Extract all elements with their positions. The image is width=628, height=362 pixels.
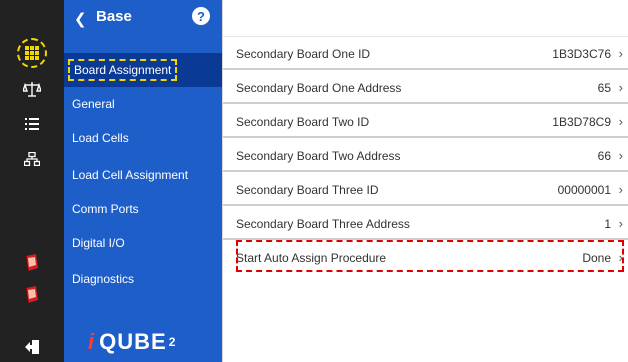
logo-superscript: 2 <box>168 335 177 349</box>
setting-value: 00000001 <box>557 183 611 197</box>
nav-item-comm-ports[interactable]: Comm Ports <box>64 192 222 226</box>
settings-panel: Secondary Board One ID 1B3D3C76 › Second… <box>222 0 628 362</box>
nav-title: Base <box>96 8 132 25</box>
nav-item-label: Load Cell Assignment <box>72 168 189 182</box>
nav-item-load-cell-assignment[interactable]: Load Cell Assignment <box>64 158 222 192</box>
book-red-icon[interactable] <box>16 282 48 308</box>
chevron-right-icon: › <box>618 80 623 95</box>
setting-value: 1B3D3C76 <box>552 47 611 61</box>
logout-icon[interactable] <box>16 334 48 360</box>
setting-value: 66 <box>597 149 611 163</box>
scale-icon[interactable] <box>16 76 48 102</box>
setting-label: Secondary Board One ID <box>236 47 371 61</box>
setting-label: Secondary Board Three Address <box>236 217 410 231</box>
nav-item-general[interactable]: General <box>64 87 222 121</box>
setting-label: Secondary Board Three ID <box>236 183 379 197</box>
icon-rail <box>0 0 64 362</box>
nav-item-label: Comm Ports <box>72 202 139 216</box>
nav-item-label: Board Assignment <box>68 59 178 81</box>
setting-label: Secondary Board One Address <box>236 81 402 95</box>
setting-row-board-one-id[interactable]: Secondary Board One ID 1B3D3C76 › <box>223 36 628 70</box>
chevron-right-icon: › <box>618 114 623 129</box>
setting-row-board-two-address[interactable]: Secondary Board Two Address 66 › <box>223 138 628 172</box>
chevron-right-icon: › <box>618 46 623 61</box>
chevron-right-icon: › <box>618 250 623 265</box>
list-icon[interactable] <box>16 111 48 137</box>
nav-item-label: Load Cells <box>72 131 129 145</box>
logo-i: i <box>88 329 96 354</box>
iqube-logo: i QUBE 2 <box>88 328 198 356</box>
setting-row-board-three-address[interactable]: Secondary Board Three Address 1 › <box>223 206 628 240</box>
back-chevron-icon[interactable]: ❮ <box>74 10 87 28</box>
nav-header: ❮ Base ? <box>64 0 222 36</box>
setting-value: Done <box>582 251 611 265</box>
setting-value: 1 <box>604 217 611 231</box>
chevron-right-icon: › <box>618 148 623 163</box>
network-icon[interactable] <box>16 146 48 172</box>
setting-row-auto-assign[interactable]: Start Auto Assign Procedure Done › <box>223 240 628 274</box>
chevron-right-icon: › <box>618 182 623 197</box>
help-icon[interactable]: ? <box>192 7 210 25</box>
setting-row-board-one-address[interactable]: Secondary Board One Address 65 › <box>223 70 628 104</box>
setting-label: Secondary Board Two Address <box>236 149 401 163</box>
logo-text: QUBE <box>99 329 167 354</box>
top-bar <box>223 0 628 37</box>
setting-value: 65 <box>597 81 611 95</box>
nav-item-load-cells[interactable]: Load Cells <box>64 121 222 155</box>
nav-item-label: Diagnostics <box>72 272 135 286</box>
setting-row-board-three-id[interactable]: Secondary Board Three ID 00000001 › <box>223 172 628 206</box>
setting-value: 1B3D78C9 <box>552 115 611 129</box>
nav-item-digital-io[interactable]: Digital I/O <box>64 226 222 260</box>
nav-item-board-assignment[interactable]: Board Assignment <box>64 53 222 87</box>
nav-item-label: Digital I/O <box>72 236 125 250</box>
nav-item-label: General <box>72 97 115 111</box>
nav-item-diagnostics[interactable]: Diagnostics <box>64 262 222 296</box>
base-menu: ❮ Base ? Board Assignment General Load C… <box>64 0 222 362</box>
setting-label: Start Auto Assign Procedure <box>236 251 387 265</box>
chevron-right-icon: › <box>618 216 623 231</box>
setting-row-board-two-id[interactable]: Secondary Board Two ID 1B3D78C9 › <box>223 104 628 138</box>
book-red-icon[interactable] <box>16 250 48 276</box>
setting-label: Secondary Board Two ID <box>236 115 370 129</box>
grid-icon[interactable] <box>16 40 48 66</box>
